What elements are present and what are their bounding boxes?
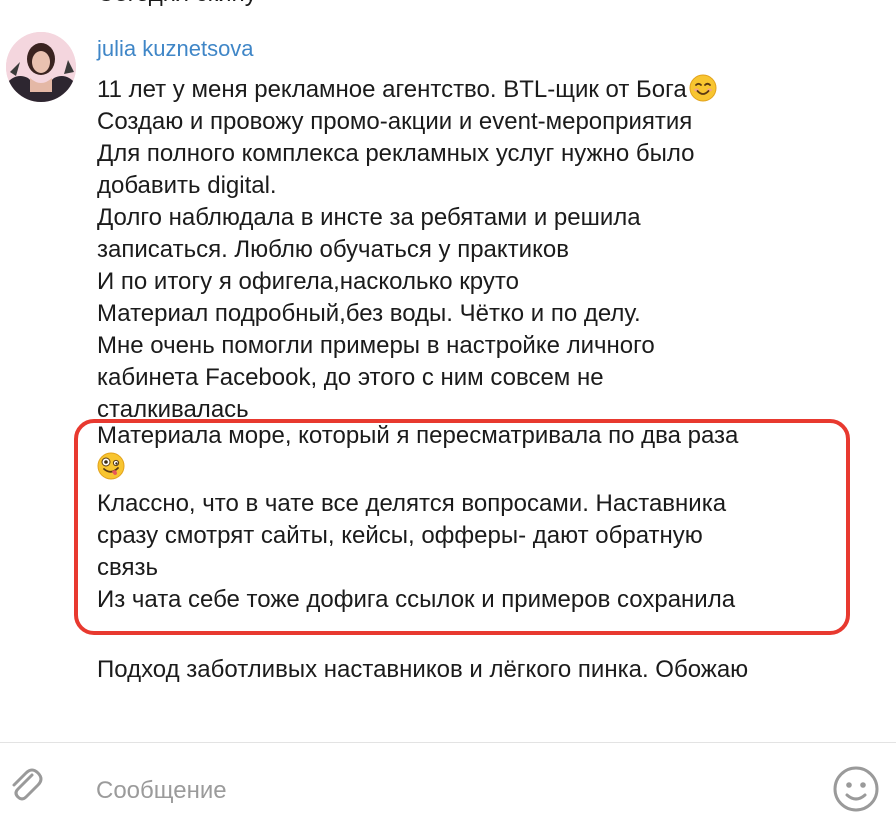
message-line: Для полного комплекса рекламных услуг ну… — [97, 140, 695, 167]
smile-icon[interactable] — [832, 765, 880, 813]
paperclip-icon[interactable] — [4, 763, 46, 805]
avatar[interactable] — [6, 32, 76, 102]
message-line: Материал подробный,без воды. Чётко и по … — [97, 300, 641, 327]
smiling-face-emoji — [689, 74, 717, 102]
previous-message-tail: Сегодня скину — [97, 0, 257, 10]
author-name[interactable]: julia kuznetsova — [97, 34, 254, 64]
message-line: Мне очень помогли примеры в настройке ли… — [97, 332, 655, 359]
message-line: 11 лет у меня рекламное агентство. BTL-щ… — [97, 74, 887, 106]
message-line: кабинета Facebook, до этого с ним совсем… — [97, 364, 604, 391]
message-line: И по итогу я офигела,насколько круто — [97, 268, 519, 295]
message-last-line: Подход заботливых наставников и лёгкого … — [97, 656, 749, 683]
message-line: записаться. Люблю обучаться у практиков — [97, 236, 569, 263]
message-line: Долго наблюдала в инсте за ребятами и ре… — [97, 204, 641, 231]
message-line: сталкивалась — [97, 396, 249, 420]
highlight-frame — [74, 419, 850, 635]
message-line: добавить digital. — [97, 172, 277, 199]
message-input[interactable]: Сообщение — [96, 776, 227, 806]
message-composer: Сообщение — [0, 743, 896, 812]
avatar-image — [6, 32, 76, 102]
message-line: Создаю и провожу промо-акции и event-мер… — [97, 108, 693, 135]
